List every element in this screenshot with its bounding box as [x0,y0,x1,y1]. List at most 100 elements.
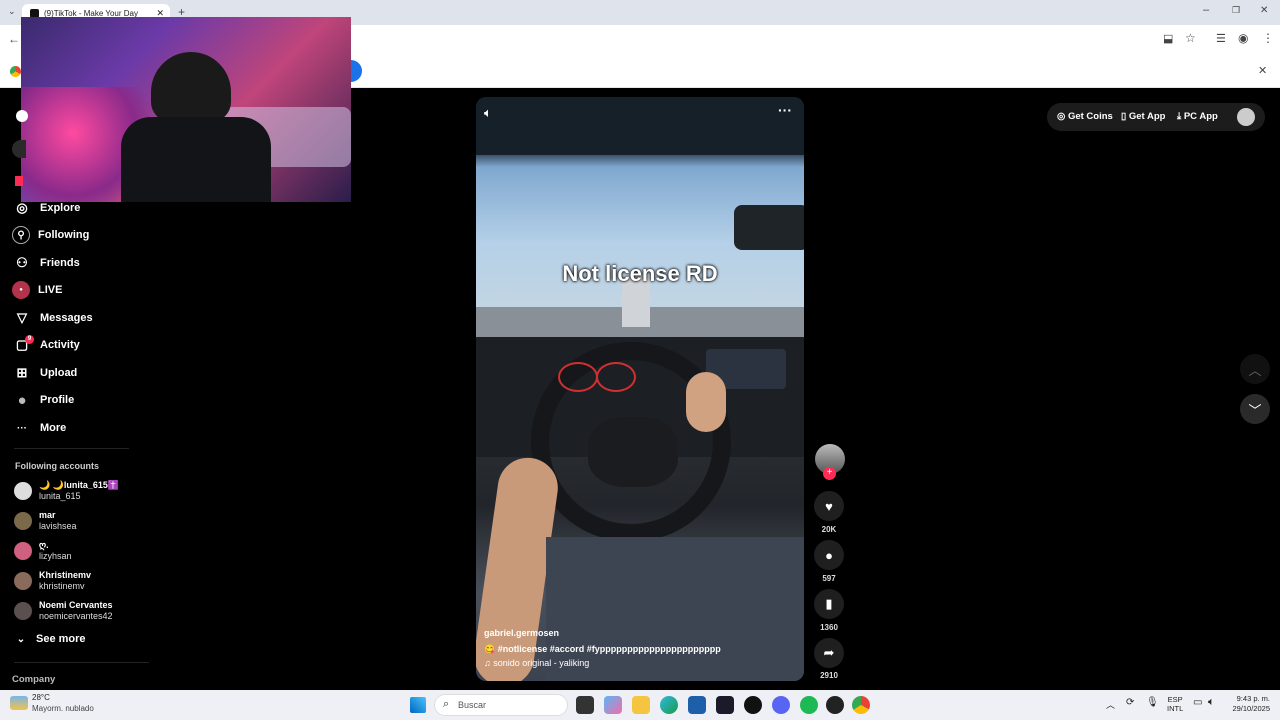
account-item[interactable]: Noemi Cervantes noemicervantes42 [14,598,164,624]
account-item[interactable]: mar lavishsea [14,508,164,534]
video-player[interactable]: 🔈︎ ··· Not license RD gabriel.germosen 😋… [476,97,804,681]
search-icon[interactable] [12,140,26,158]
user-avatar[interactable] [1237,108,1255,126]
pc-app-button[interactable]: ⤓ PC App [1177,111,1218,122]
video-sound[interactable]: ♫ sonido original - yaliking [484,658,589,668]
taskbar-search[interactable]: ⌕ Buscar [434,694,568,716]
tiktok-logo-icon[interactable] [16,110,28,122]
share-button[interactable]: ➦ [814,638,844,668]
chrome-logo-icon [10,66,21,77]
profile-icon: ● [17,391,27,409]
avatar [14,482,32,500]
nav-messages[interactable]: ▽ Messages [12,306,172,330]
discord-icon[interactable] [772,696,790,714]
avatar [14,512,32,530]
tray-chevron-icon[interactable]: ︿ [1106,698,1115,711]
capcut-icon[interactable] [716,696,734,714]
share-count: 2910 [820,671,838,680]
emoji-icon: 😋 [484,644,498,654]
account-item[interactable]: ღ. lizyhsan [14,538,164,564]
chrome-menu-icon[interactable]: ⋮ [1262,31,1274,45]
microphone-icon[interactable]: 🎙︎ [1146,697,1159,708]
compass-icon: ◎ [16,200,28,215]
clock[interactable]: 9:43 p. m. 29/10/2025 [1226,694,1270,714]
speaker-icon[interactable]: 🔈︎ [484,105,492,121]
task-view-icon[interactable] [576,696,594,714]
video-hashtags[interactable]: 😋 #notlicense #accord #fyppppppppppppppp… [484,644,721,655]
file-explorer-icon[interactable] [632,696,650,714]
extensions-icon[interactable]: ☰ [1216,32,1226,45]
nav-explore[interactable]: ◎ Explore [12,196,172,220]
infobar-close-icon[interactable]: ✕ [1258,64,1267,77]
header-actions: ◎ Get Coins ▯ Get App ⤓ PC App [1047,103,1265,131]
edge-icon[interactable] [660,696,678,714]
windows-start-icon[interactable] [410,697,426,713]
weather-temp[interactable]: 28°C [32,693,50,702]
weather-desc[interactable]: Mayorm. nublado [32,704,94,713]
obs-icon[interactable] [744,696,762,714]
spotify-icon[interactable] [800,696,818,714]
account-item[interactable]: Khristinemv khristinemv [14,568,164,594]
nav-upload[interactable]: ⊞ Upload [12,361,172,385]
company-link[interactable]: Company [12,674,55,685]
get-app-button[interactable]: ▯ Get App [1121,111,1165,122]
video-author[interactable]: gabriel.germosen [484,628,559,638]
network-icon[interactable]: ▭ [1193,697,1202,708]
save-count: 1360 [820,623,838,632]
comment-button[interactable]: ● [814,540,844,570]
follow-plus-icon[interactable]: + [823,467,836,480]
bookmark-star-icon[interactable]: ☆ [1185,31,1196,45]
nav-profile[interactable]: ● Profile [12,388,172,412]
nav-label: Activity [40,339,80,351]
weather-icon [10,696,28,710]
nav-activity[interactable]: ▢ 9 Activity [12,333,172,357]
tab-search-icon[interactable]: ⌄ [8,6,16,17]
close-window-button[interactable]: ✕ [1260,5,1268,16]
music-note-icon: ♫ [484,658,494,668]
nav-live[interactable]: ● LIVE [12,278,172,302]
account-item[interactable]: 🌙 🌙lunita_615✝️ lunita_615 [14,478,164,504]
install-icon[interactable]: ⬓ [1163,32,1173,45]
nav-friends[interactable]: ⚇ Friends [12,251,172,275]
account-name: Noemi Cervantes [39,600,113,610]
avatar [14,572,32,590]
search-icon: ⌕ [443,698,450,710]
chrome-icon[interactable] [852,696,870,714]
tray-sync-icon[interactable]: ⟳ [1126,697,1134,708]
gauge-cluster [596,362,636,392]
nav-label: Upload [40,367,78,379]
share-arrow-icon: ➦ [823,645,835,660]
see-more-label: See more [36,633,86,645]
maximize-button[interactable]: ❐ [1232,5,1240,16]
rearview-mirror [734,205,804,250]
nav-more[interactable]: ··· More [12,416,172,440]
messages-icon: ▽ [17,310,27,325]
like-button[interactable]: ♥ [814,491,844,521]
volume-icon[interactable]: 🔈︎ [1208,696,1215,709]
comment-count: 597 [822,574,836,583]
sidebar-divider [14,662,149,663]
home-icon[interactable] [15,176,23,186]
save-button[interactable]: ▮ [814,589,844,619]
nav-label: LIVE [38,284,63,296]
following-accounts-title: Following accounts [15,461,100,471]
nav-label: More [40,422,67,434]
language-indicator[interactable]: ESP INTL [1167,695,1183,713]
get-coins-button[interactable]: ◎ Get Coins [1057,111,1113,122]
ellipsis-icon[interactable]: ··· [778,102,792,118]
nav-following[interactable]: ⚲ Following [12,223,172,247]
webcam-overlay [21,17,351,202]
previous-video-button[interactable]: ︿ [1240,354,1270,384]
store-icon[interactable] [688,696,706,714]
see-more-button[interactable]: ⌄ See more [14,627,174,651]
next-video-button[interactable]: ﹀ [1240,394,1270,424]
copilot-icon[interactable] [604,696,622,714]
app-icon[interactable] [826,696,844,714]
back-arrow-icon[interactable]: ← [8,32,20,46]
account-handle: khristinemv [39,581,85,591]
steering-hub [588,417,678,487]
account-icon[interactable]: ◉ [1238,31,1248,45]
gauge-cluster [558,362,598,392]
minimize-button[interactable]: – [1203,4,1209,16]
avatar [14,542,32,560]
